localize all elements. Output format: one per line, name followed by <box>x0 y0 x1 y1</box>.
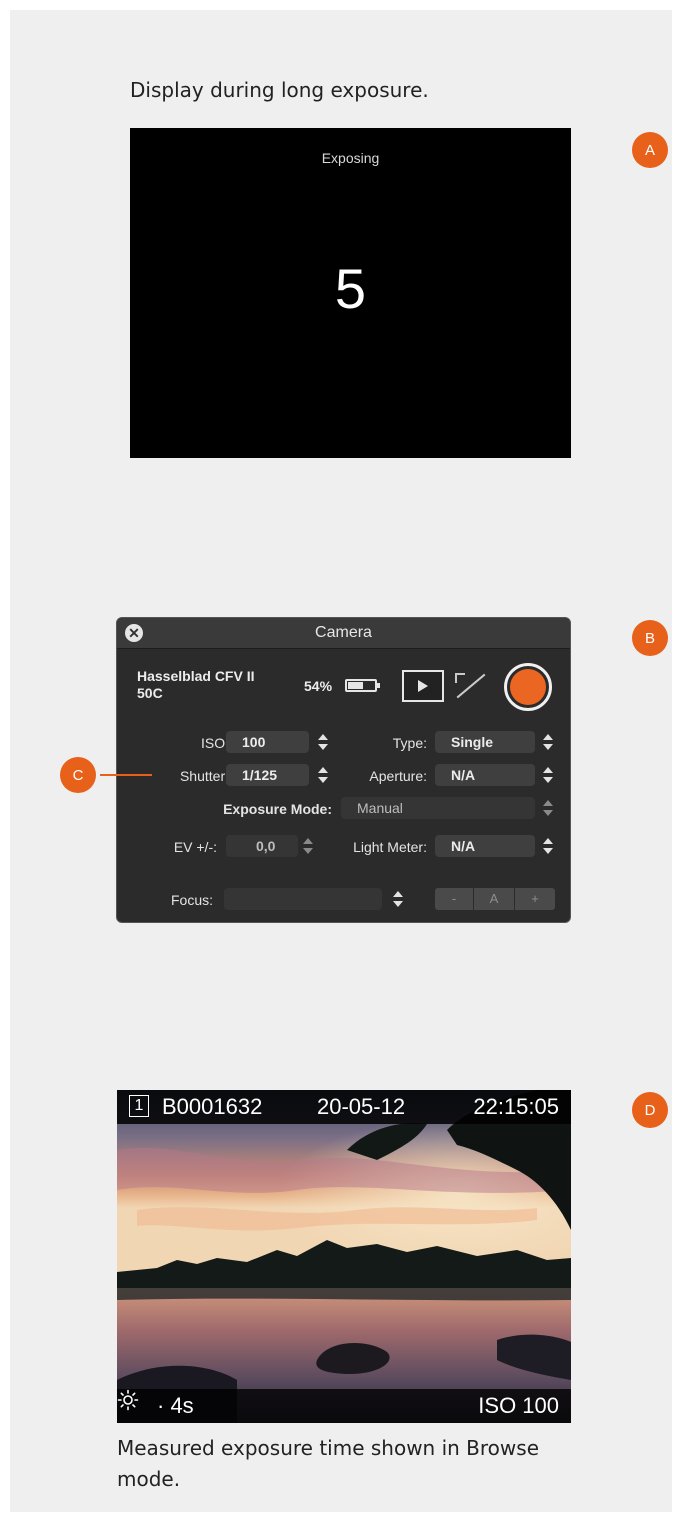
ev-stepper[interactable] <box>303 835 313 857</box>
callout-c-line <box>100 774 152 776</box>
type-stepper[interactable] <box>543 731 553 753</box>
live-view-button[interactable] <box>449 670 491 702</box>
sun-icon <box>117 1389 139 1411</box>
capture-button[interactable] <box>504 663 552 711</box>
aperture-select[interactable]: N/A <box>435 764 535 786</box>
light-meter-label: Light Meter: <box>353 839 427 855</box>
play-icon <box>418 680 428 692</box>
ev-field[interactable]: 0,0 <box>226 835 298 857</box>
focus-plus-button[interactable]: + <box>515 888 555 910</box>
exposure-mode-select[interactable]: Manual <box>341 797 535 819</box>
shutter-stepper[interactable] <box>318 764 328 786</box>
image-name: B0001632 <box>162 1094 263 1119</box>
badge-a: A <box>632 132 668 168</box>
iso-stepper[interactable] <box>318 731 328 753</box>
exposure-countdown: 5 <box>334 257 367 320</box>
exposure-mode-stepper[interactable] <box>543 797 553 819</box>
type-label: Type: <box>392 735 427 751</box>
aperture-stepper[interactable] <box>543 764 553 786</box>
panel-titlebar: ✕ Camera <box>117 618 570 649</box>
browse-photo: 1 B0001632 20-05-12 22:15:05 · 4s ISO 10… <box>117 1090 571 1423</box>
exposure-time: · 4s <box>157 1393 194 1418</box>
landscape-photo <box>117 1090 571 1423</box>
focus-label: Focus: <box>170 892 213 908</box>
focus-stepper[interactable] <box>393 888 403 910</box>
photo-exposure-bar: · 4s ISO 100 <box>117 1389 571 1423</box>
camera-name: Hasselblad CFV II 50C <box>137 668 255 701</box>
exposing-screen: Exposing 5 <box>130 128 571 458</box>
focus-select[interactable] <box>224 888 382 910</box>
photo-info-bar: 1 B0001632 20-05-12 22:15:05 <box>117 1090 571 1124</box>
shutter-select[interactable]: 1/125 <box>226 764 309 786</box>
expand-icon <box>455 673 465 683</box>
image-date: 20-05-12 <box>317 1094 406 1119</box>
camera-panel: ✕ Camera Hasselblad CFV II 50C 54% ISO: … <box>116 617 571 923</box>
focus-minus-button[interactable]: - <box>435 888 473 910</box>
iso-readout: ISO 100 <box>478 1393 559 1418</box>
exposure-mode-label: Exposure Mode: <box>223 801 332 817</box>
badge-b: B <box>632 620 668 656</box>
focus-auto-button[interactable]: A <box>474 888 514 910</box>
ev-label: EV +/-: <box>173 839 217 855</box>
battery-percent: 54% <box>304 678 333 694</box>
light-meter-stepper[interactable] <box>543 835 553 857</box>
light-meter-select[interactable]: N/A <box>435 835 535 857</box>
shutter-label: Shutter: <box>179 768 229 784</box>
iso-select[interactable]: 100 <box>226 731 309 753</box>
type-select[interactable]: Single <box>435 731 535 753</box>
battery-icon <box>345 679 380 692</box>
image-time: 22:15:05 <box>473 1094 559 1119</box>
exposing-status: Exposing <box>321 150 380 166</box>
aperture-label: Aperture: <box>369 768 427 784</box>
caption-browse-mode: Measured exposure time shown in Browse m… <box>117 1436 539 1491</box>
play-button[interactable] <box>402 670 444 702</box>
panel-title: Camera <box>315 624 372 641</box>
caption-long-exposure: Display during long exposure. <box>130 78 429 102</box>
card-slot-indicator: 1 <box>129 1095 149 1117</box>
badge-c: C <box>60 757 96 793</box>
badge-d: D <box>632 1092 668 1128</box>
iso-label: ISO: <box>200 735 229 751</box>
